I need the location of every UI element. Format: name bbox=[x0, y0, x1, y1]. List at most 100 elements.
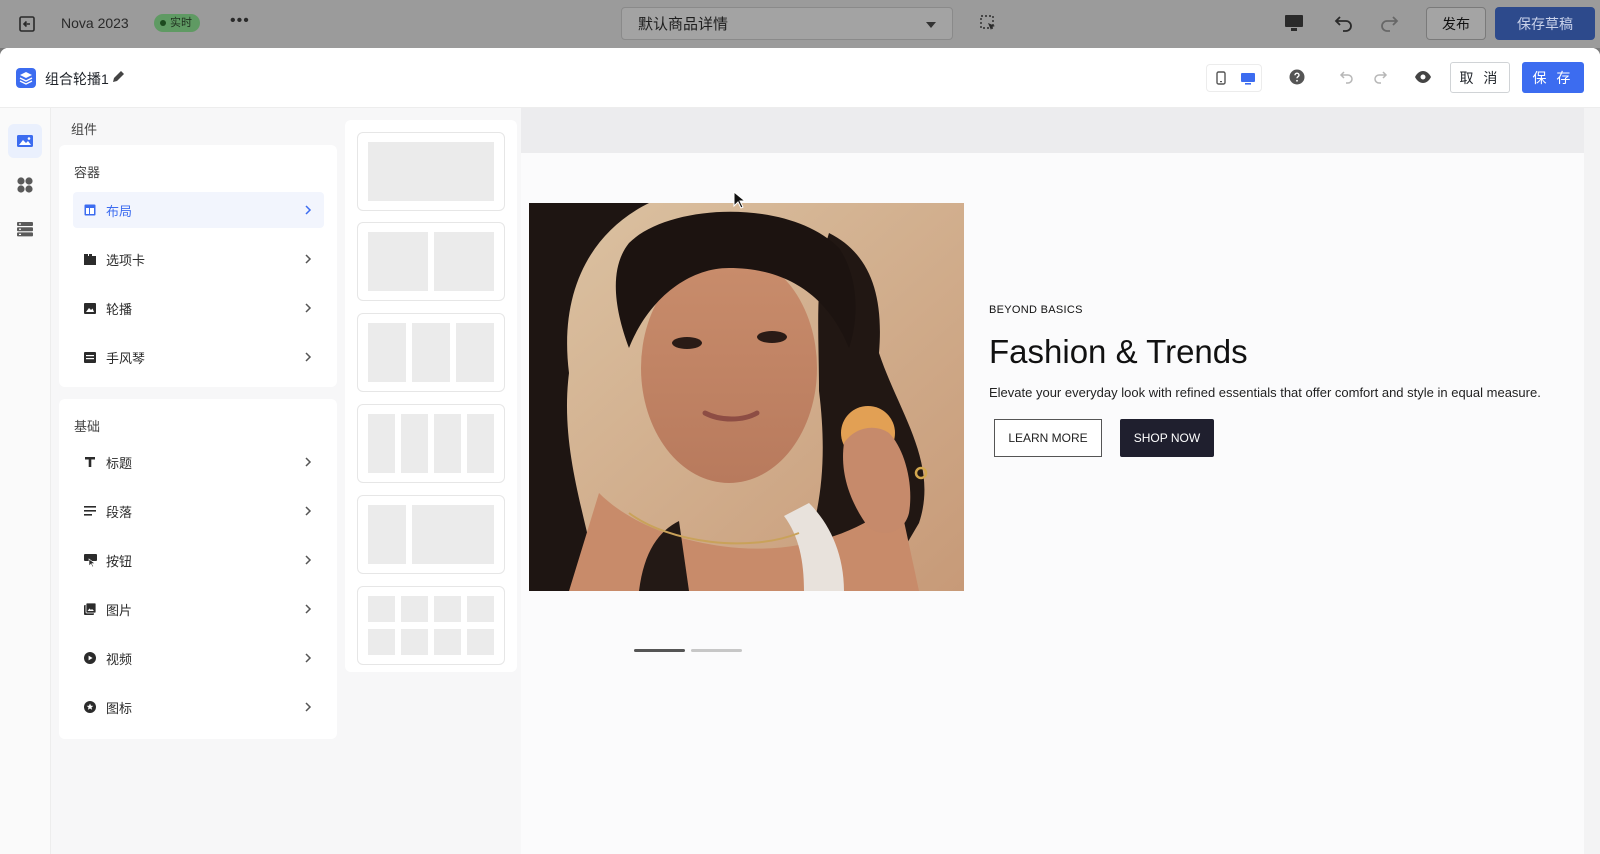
redo-icon[interactable] bbox=[1372, 69, 1388, 85]
component-item-label: 图标 bbox=[106, 700, 133, 716]
side-icon-rail bbox=[0, 108, 51, 854]
component-library: 组件 容器 布局 选项卡 轮播 手风琴 基础 标题 段落 按钮 图片 视频 图标 bbox=[51, 108, 345, 854]
heading-icon bbox=[85, 457, 95, 467]
component-item-label: 选项卡 bbox=[106, 252, 146, 268]
mobile-view-button[interactable] bbox=[1207, 65, 1234, 91]
layout-icon bbox=[84, 204, 96, 216]
shop-now-button[interactable]: SHOP NOW bbox=[1120, 419, 1214, 457]
pencil-icon[interactable] bbox=[111, 69, 126, 84]
component-item-heading[interactable]: 标题 bbox=[73, 444, 324, 480]
group-title: 基础 bbox=[74, 419, 101, 434]
container-group: 容器 布局 选项卡 轮播 手风琴 bbox=[59, 145, 337, 387]
desktop-icon bbox=[1240, 72, 1255, 85]
layout-preset-1-column[interactable] bbox=[357, 132, 505, 211]
chevron-right-icon bbox=[305, 254, 312, 264]
component-item-video[interactable]: 视频 bbox=[73, 640, 324, 676]
component-item-label: 布局 bbox=[106, 203, 133, 219]
component-item-image[interactable]: 图片 bbox=[73, 591, 324, 627]
desktop-view-button[interactable] bbox=[1234, 65, 1261, 91]
paragraph-icon bbox=[84, 506, 96, 516]
rail-layers-button[interactable] bbox=[8, 212, 42, 246]
publish-button[interactable]: 发布 bbox=[1426, 7, 1486, 40]
layout-presets-panel bbox=[345, 108, 521, 854]
chevron-right-icon bbox=[305, 653, 312, 663]
basic-group: 基础 标题 段落 按钮 图片 视频 图标 bbox=[59, 399, 337, 739]
component-item-label: 按钮 bbox=[106, 553, 133, 569]
group-title: 容器 bbox=[74, 165, 101, 180]
carousel-indicator-active[interactable] bbox=[634, 649, 685, 652]
carousel-indicator[interactable] bbox=[691, 649, 742, 652]
chevron-right-icon bbox=[305, 205, 312, 215]
save-draft-button[interactable]: 保存草稿 bbox=[1495, 7, 1595, 40]
component-item-accordion[interactable]: 手风琴 bbox=[73, 339, 324, 375]
layout-preset-grid-8[interactable] bbox=[357, 586, 505, 665]
device-toggle bbox=[1206, 64, 1262, 92]
undo-icon[interactable] bbox=[1333, 12, 1355, 34]
cancel-button[interactable]: 取 消 bbox=[1450, 62, 1510, 93]
component-item-carousel[interactable]: 轮播 bbox=[73, 290, 324, 326]
component-item-label: 轮播 bbox=[106, 301, 133, 317]
chevron-right-icon bbox=[305, 457, 312, 467]
accordion-icon bbox=[84, 351, 96, 363]
video-icon bbox=[84, 652, 96, 664]
mobile-icon bbox=[1215, 71, 1226, 85]
button-icon bbox=[83, 553, 97, 567]
image-gallery-icon bbox=[17, 135, 33, 147]
component-library-heading: 组件 bbox=[71, 122, 98, 137]
chevron-down-icon bbox=[926, 22, 936, 28]
undo-icon[interactable] bbox=[1339, 69, 1355, 85]
page-template-select[interactable]: 默认商品详情 bbox=[621, 7, 953, 40]
layout-presets-card bbox=[345, 120, 517, 672]
chevron-right-icon bbox=[305, 303, 312, 313]
component-item-paragraph[interactable]: 段落 bbox=[73, 493, 324, 529]
preview-canvas: BEYOND BASICS Fashion & Trends Elevate y… bbox=[521, 108, 1600, 854]
page-template-value: 默认商品详情 bbox=[638, 16, 729, 33]
chevron-right-icon bbox=[305, 352, 312, 362]
component-item-button[interactable]: 按钮 bbox=[73, 542, 324, 578]
layout-preset-1-3-split[interactable] bbox=[357, 495, 505, 574]
component-item-label: 视频 bbox=[106, 651, 133, 667]
live-status-badge: 实时 bbox=[154, 14, 200, 32]
component-item-layout[interactable]: 布局 bbox=[73, 192, 324, 228]
hero-content: BEYOND BASICS Fashion & Trends Elevate y… bbox=[989, 304, 1549, 457]
component-item-label: 段落 bbox=[106, 504, 133, 520]
rail-components-button[interactable] bbox=[8, 124, 42, 158]
layout-preset-4-columns[interactable] bbox=[357, 404, 505, 483]
hero-image[interactable] bbox=[529, 203, 964, 591]
redo-icon[interactable] bbox=[1378, 12, 1400, 34]
star-icon bbox=[84, 701, 96, 713]
panel-header: 组合轮播1 取 消 保 存 bbox=[0, 48, 1600, 108]
canvas-edge bbox=[1584, 108, 1600, 854]
hero-headline: Fashion & Trends bbox=[989, 333, 1248, 370]
component-item-label: 标题 bbox=[106, 455, 133, 471]
status-dot-icon bbox=[160, 20, 166, 26]
exit-icon[interactable] bbox=[18, 15, 36, 33]
component-item-label: 手风琴 bbox=[106, 350, 146, 366]
chevron-right-icon bbox=[305, 702, 312, 712]
select-area-icon[interactable] bbox=[979, 14, 997, 32]
more-options-button[interactable]: ••• bbox=[230, 12, 250, 30]
chevron-right-icon bbox=[305, 555, 312, 565]
layers-logo-icon bbox=[16, 68, 36, 88]
tabs-icon bbox=[84, 253, 96, 265]
chevron-right-icon bbox=[305, 604, 312, 614]
desktop-icon[interactable] bbox=[1284, 14, 1304, 32]
hero-buttons: LEARN MORE SHOP NOW bbox=[989, 419, 1549, 457]
preview-eye-icon[interactable] bbox=[1414, 70, 1432, 84]
grid-shapes-icon bbox=[17, 177, 33, 193]
list-layers-icon bbox=[17, 222, 33, 237]
rail-elements-button[interactable] bbox=[8, 168, 42, 202]
hero-eyebrow: BEYOND BASICS bbox=[989, 304, 1083, 316]
live-badge-label: 实时 bbox=[170, 17, 192, 29]
carousel-editor-panel: 组合轮播1 取 消 保 存 组件 容器 布局 选项卡 轮播 手风琴 基础 标题 … bbox=[0, 48, 1600, 854]
layout-preset-2-columns[interactable] bbox=[357, 222, 505, 301]
component-item-tabs[interactable]: 选项卡 bbox=[73, 241, 324, 277]
layout-preset-3-columns[interactable] bbox=[357, 313, 505, 392]
image-icon bbox=[84, 603, 96, 615]
app-name: Nova 2023 bbox=[61, 15, 129, 31]
save-button[interactable]: 保 存 bbox=[1522, 62, 1584, 93]
learn-more-button[interactable]: LEARN MORE bbox=[994, 419, 1102, 457]
help-icon[interactable] bbox=[1289, 69, 1305, 85]
chevron-right-icon bbox=[305, 506, 312, 516]
component-item-icon[interactable]: 图标 bbox=[73, 689, 324, 725]
